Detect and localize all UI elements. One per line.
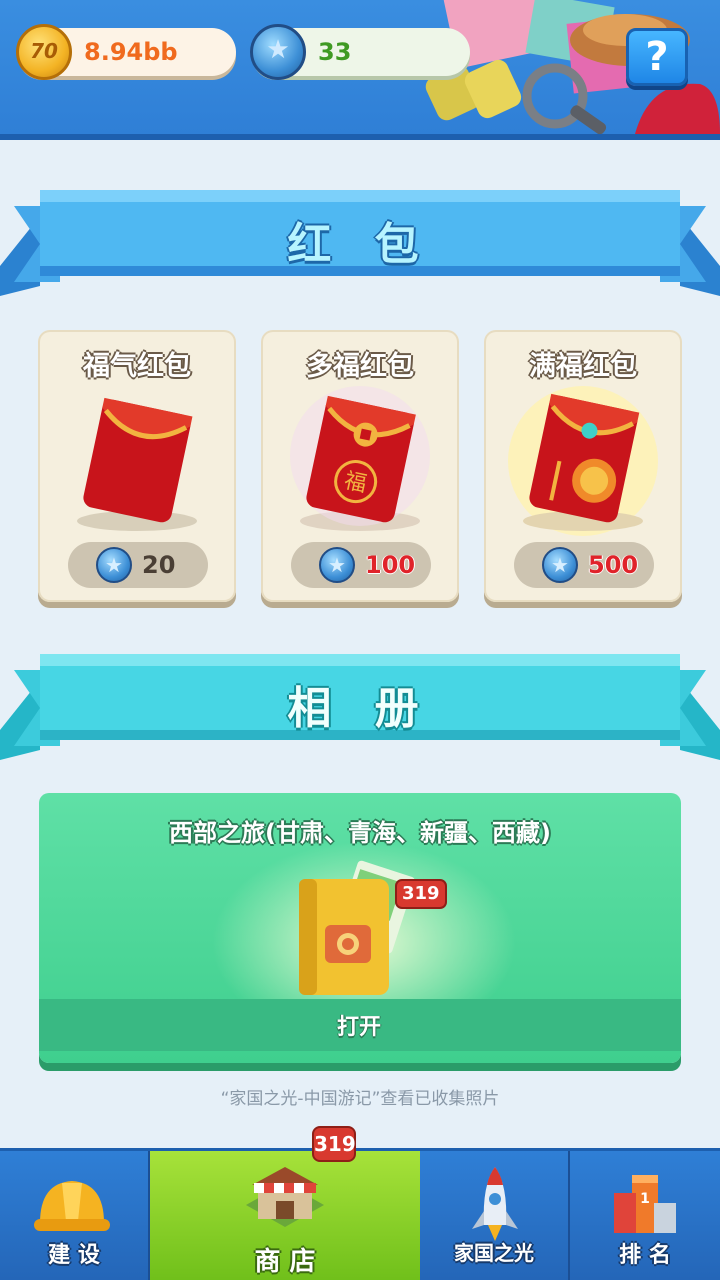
price-value: 500 (588, 551, 639, 579)
nav-label: 家国之光 (454, 1241, 534, 1265)
nav-label: 建 设 (48, 1243, 100, 1268)
coins-value: 8.94bb (84, 38, 178, 66)
red-envelope-icon: 福 (290, 386, 430, 531)
price-pill: ★ 100 (291, 542, 431, 588)
nav-shop[interactable]: 商 店 (150, 1151, 420, 1280)
price-pill: ★ 20 (68, 542, 208, 588)
album-section-ribbon: 相 册 (0, 650, 720, 760)
section-title-album: 相 册 (287, 683, 433, 734)
gems-value: 33 (318, 38, 352, 66)
card-name: 多福红包 (306, 351, 414, 382)
shop-count-badge: 319 (312, 1126, 356, 1162)
coin-icon: 70 (16, 24, 72, 80)
red-envelope-card-multi-fortune[interactable]: 多福红包 福 ★ 100 (261, 330, 459, 602)
top-bar: 70 8.94bb ★ 33 ? (0, 0, 720, 140)
nav-label: 排 名 (619, 1243, 671, 1268)
star-gem-icon: ★ (319, 547, 355, 583)
nav-label: 商 店 (254, 1247, 316, 1277)
open-album-button[interactable]: 打开 (319, 1009, 399, 1043)
album-title: 西部之旅(甘肃、青海、新疆、西藏) (169, 819, 551, 847)
nav-national-light[interactable]: 家国之光 (420, 1151, 570, 1280)
nav-build[interactable]: 建 设 (0, 1151, 150, 1280)
section-title-red-envelope: 红 包 (287, 219, 433, 270)
red-envelope-icon (508, 386, 658, 536)
ranking-icon: 1 (614, 1175, 676, 1233)
card-name: 满福红包 (529, 351, 637, 382)
red-envelope-card-full-fortune[interactable]: 满福红包 ★ 500 (484, 330, 682, 602)
red-envelope-section-ribbon: 红 包 (0, 186, 720, 296)
price-value: 100 (365, 551, 416, 579)
card-name: 福气红包 (83, 351, 191, 382)
hard-hat-icon (34, 1181, 110, 1231)
red-envelope-card-fortune[interactable]: 福气红包 ★ 20 (38, 330, 236, 602)
star-gem-icon: ★ (96, 547, 132, 583)
red-envelope-icon (77, 397, 197, 531)
star-gem-icon: ★ (542, 547, 578, 583)
help-button[interactable]: ? (626, 28, 688, 86)
price-pill: ★ 500 (514, 542, 654, 588)
gems-counter: ★ 33 (250, 24, 470, 80)
nav-ranking[interactable]: 1 排 名 (570, 1151, 720, 1280)
album-count-badge: 319 (395, 879, 447, 909)
price-value: 20 (142, 551, 176, 579)
star-gem-icon: ★ (250, 24, 306, 80)
svg-text:1: 1 (640, 1191, 650, 1207)
album-hint-text: “家国之光-中国游记”查看已收集照片 (220, 1089, 500, 1109)
shop-icon (246, 1167, 324, 1227)
rocket-icon (472, 1167, 518, 1241)
coins-counter: 70 8.94bb (16, 24, 236, 80)
bottom-navigation: 建 设 商 店 家国之光 1 排 名 (0, 1148, 720, 1280)
album-card[interactable]: 西部之旅(甘肃、青海、新疆、西藏) 319 打开 (39, 793, 681, 1063)
